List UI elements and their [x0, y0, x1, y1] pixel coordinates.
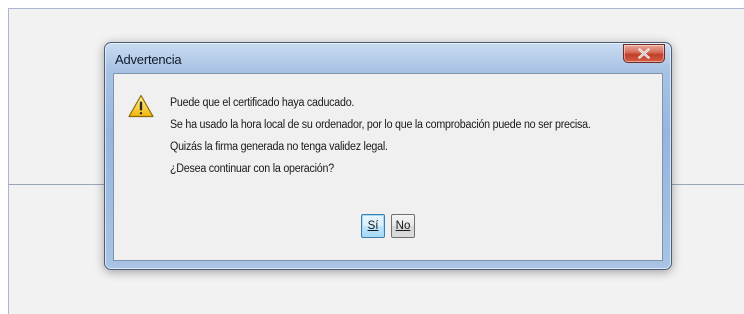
close-button[interactable] [623, 44, 665, 63]
warning-dialog: Advertencia Puede que el certificado hay… [104, 42, 672, 270]
no-button-label: No [395, 220, 411, 232]
message-line: Puede que el certificado haya caducado. [170, 97, 355, 109]
message-text: Puede que el certificado haya caducado. … [170, 92, 660, 180]
warning-icon [128, 94, 154, 118]
button-row: Sí No [114, 214, 662, 238]
message-line: ¿Desea continuar con la operación? [170, 163, 334, 175]
message-line: Quizás la firma generada no tenga valide… [170, 141, 388, 153]
dialog-title: Advertencia [115, 52, 182, 67]
message-line: Se ha usado la hora local de su ordenado… [170, 119, 591, 131]
yes-button-label: Sí [367, 220, 379, 232]
no-button[interactable]: No [391, 214, 415, 238]
yes-button[interactable]: Sí [361, 214, 385, 238]
screen: Advertencia Puede que el certificado hay… [0, 0, 744, 314]
close-icon [638, 48, 650, 59]
dialog-content: Puede que el certificado haya caducado. … [113, 73, 663, 261]
dialog-title-bar[interactable]: Advertencia [105, 43, 671, 73]
